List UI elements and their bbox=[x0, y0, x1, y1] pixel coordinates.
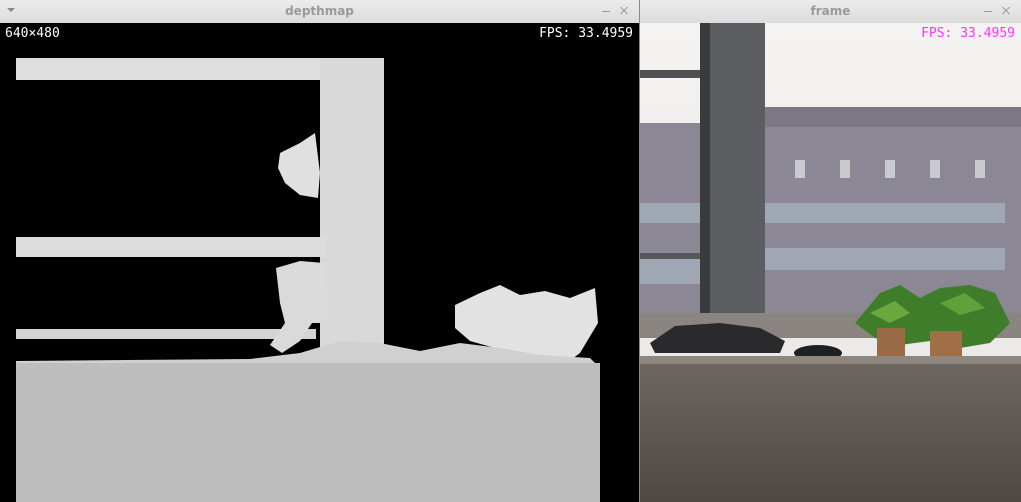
close-icon[interactable] bbox=[999, 3, 1013, 17]
depth-region-bar bbox=[16, 237, 326, 257]
window-pillar bbox=[710, 23, 765, 333]
depthmap-titlebar[interactable]: depthmap bbox=[0, 0, 639, 24]
camera-frame-image bbox=[640, 23, 1021, 502]
fps-label: FPS: 33.4959 bbox=[921, 26, 1015, 41]
depth-region-ledge bbox=[16, 329, 316, 339]
window-transom bbox=[640, 70, 700, 78]
window-frame-left bbox=[700, 23, 710, 333]
depth-region-floor bbox=[16, 363, 600, 502]
resolution-label: 640×480 bbox=[5, 26, 60, 41]
building-roof bbox=[765, 107, 1021, 127]
window-title: depthmap bbox=[285, 4, 354, 18]
depth-region-pillar bbox=[320, 58, 384, 363]
depth-image bbox=[0, 23, 639, 502]
frame-window: frame FPS: 33.4959 bbox=[640, 0, 1021, 502]
frame-canvas: FPS: 33.4959 bbox=[640, 23, 1021, 502]
close-icon[interactable] bbox=[617, 3, 631, 17]
frame-titlebar[interactable]: frame bbox=[640, 0, 1021, 24]
window-rail bbox=[640, 253, 700, 259]
depthmap-window: depthmap 640×480 FPS: 33.4959 bbox=[0, 0, 639, 502]
depthmap-canvas: 640×480 FPS: 33.4959 bbox=[0, 23, 639, 502]
minimize-icon[interactable] bbox=[981, 3, 995, 17]
sill-edge bbox=[640, 356, 1021, 364]
window-title: frame bbox=[810, 4, 851, 18]
sill-surface bbox=[640, 356, 1021, 502]
minimize-icon[interactable] bbox=[599, 3, 613, 17]
fps-label: FPS: 33.4959 bbox=[539, 26, 633, 41]
